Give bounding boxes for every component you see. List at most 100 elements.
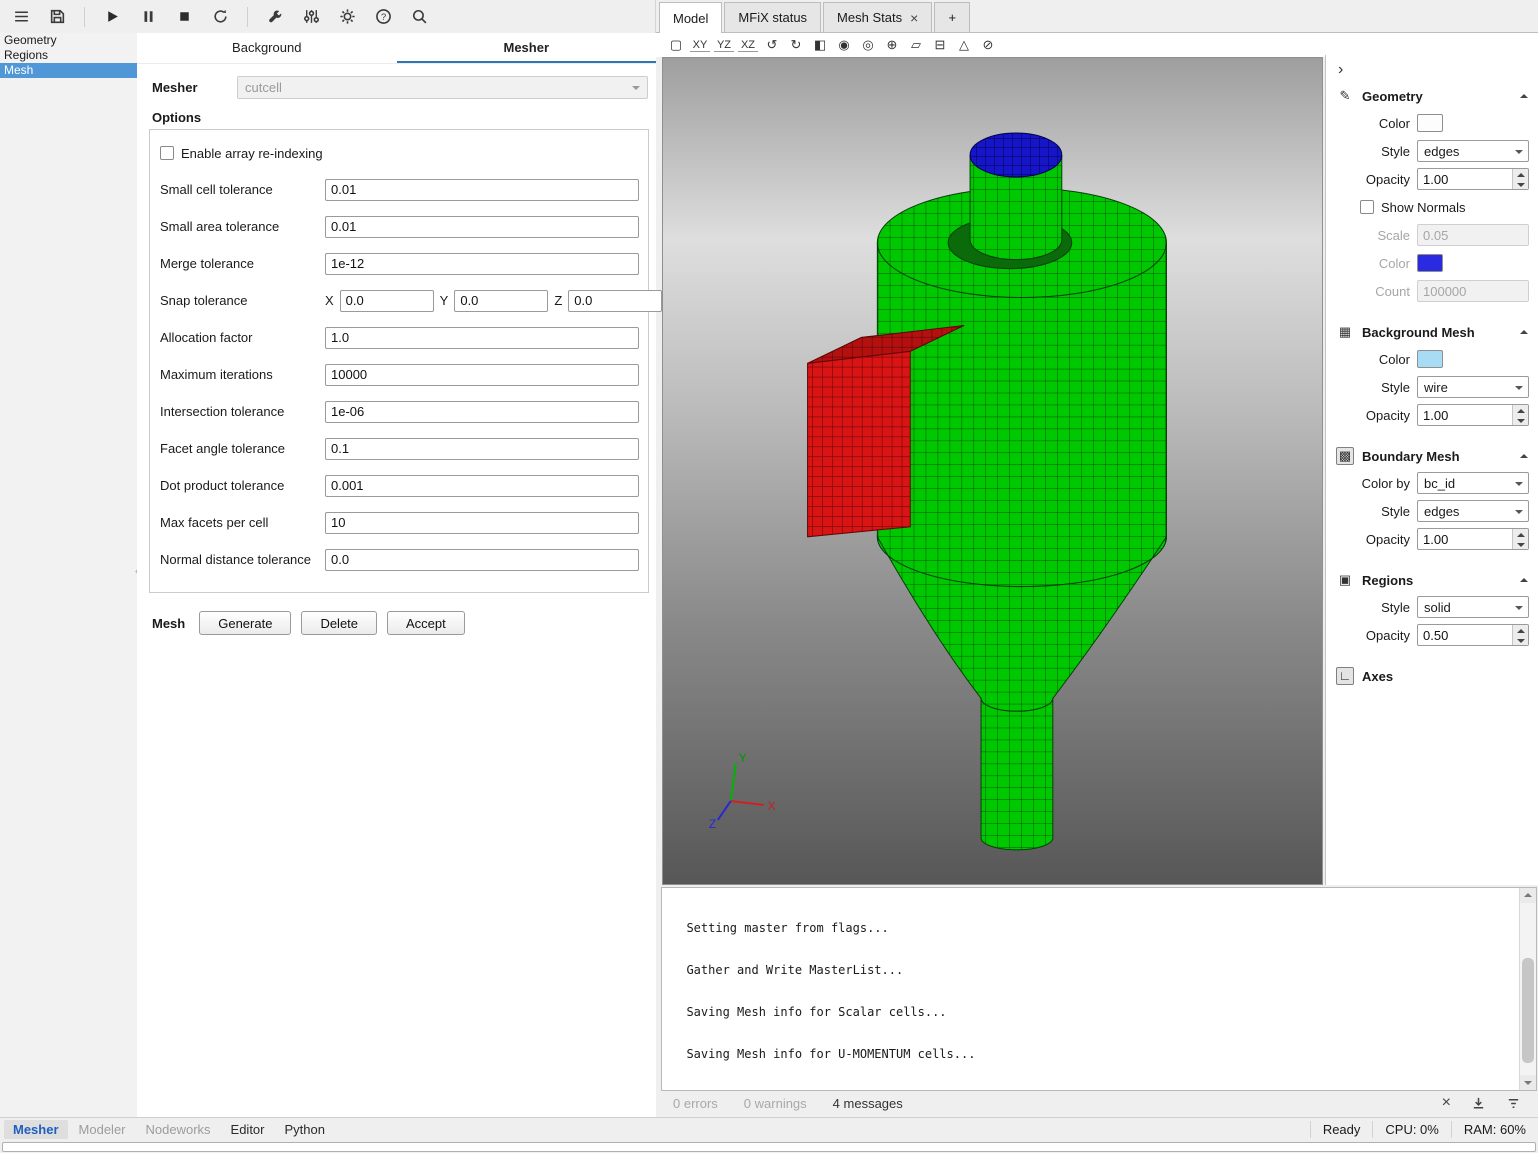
- tab-mesher[interactable]: Mesher: [397, 33, 657, 63]
- snap-y-input[interactable]: [454, 290, 548, 312]
- cylinder-icon[interactable]: ⊟: [930, 35, 950, 55]
- maximum-iterations-input[interactable]: [325, 364, 639, 386]
- spin-down-icon[interactable]: [1512, 539, 1528, 549]
- intersection-tolerance-input[interactable]: [325, 401, 639, 423]
- geometry-style-select[interactable]: edges: [1417, 140, 1529, 162]
- mode-mesher[interactable]: Mesher: [4, 1120, 68, 1139]
- save-button[interactable]: [42, 4, 72, 30]
- tab-background[interactable]: Background: [137, 33, 397, 63]
- tab-model[interactable]: Model: [659, 2, 722, 33]
- view-yz-icon[interactable]: YZ: [714, 38, 734, 52]
- pause-button[interactable]: [133, 4, 163, 30]
- accept-mesh-button[interactable]: Accept: [387, 611, 465, 635]
- close-tab-icon[interactable]: ×: [910, 11, 918, 25]
- normals-color-swatch[interactable]: [1417, 254, 1443, 272]
- vtk-3d-viewport[interactable]: Y X Z: [662, 57, 1323, 885]
- collapse-panel-icon[interactable]: ›: [1338, 61, 1343, 79]
- axes-section-header[interactable]: ∟ Axes: [1326, 663, 1538, 689]
- clip-icon[interactable]: ⊘: [978, 35, 998, 55]
- spin-down-icon[interactable]: [1512, 635, 1528, 645]
- normals-count-input[interactable]: 100000: [1417, 280, 1529, 302]
- rotate-right-icon[interactable]: ↻: [786, 35, 806, 55]
- small-cell-tolerance-input[interactable]: [325, 179, 639, 201]
- reset-view-icon[interactable]: ▢: [666, 35, 686, 55]
- scroll-down-icon[interactable]: [1520, 1075, 1536, 1090]
- filter-messages-button[interactable]: [1506, 1096, 1521, 1111]
- new-tab-button[interactable]: +: [934, 2, 970, 32]
- clear-console-button[interactable]: ×: [1442, 1095, 1451, 1111]
- parameters-button[interactable]: [296, 4, 326, 30]
- enable-array-reindexing-label: Enable array re-indexing: [181, 146, 323, 161]
- mode-modeler[interactable]: Modeler: [70, 1120, 135, 1139]
- allocation-factor-input[interactable]: [325, 327, 639, 349]
- generate-mesh-button[interactable]: Generate: [199, 611, 291, 635]
- regions-style-select[interactable]: solid: [1417, 596, 1529, 618]
- max-facets-per-cell-input[interactable]: [325, 512, 639, 534]
- screenshot-icon[interactable]: ◉: [834, 35, 854, 55]
- spin-up-icon[interactable]: [1512, 405, 1528, 415]
- nav-item-geometry[interactable]: Geometry: [0, 33, 137, 48]
- delete-mesh-button[interactable]: Delete: [301, 611, 377, 635]
- help-button[interactable]: ?: [368, 4, 398, 30]
- cube-icon[interactable]: ▱: [906, 35, 926, 55]
- enable-array-reindexing-checkbox[interactable]: [160, 146, 174, 160]
- reset-button[interactable]: [205, 4, 235, 30]
- search-button[interactable]: [404, 4, 434, 30]
- cpu-usage: CPU: 0%: [1372, 1121, 1450, 1137]
- regions-section-header[interactable]: ▣ Regions: [1326, 567, 1538, 593]
- sliders-icon: [303, 8, 320, 25]
- spin-up-icon[interactable]: [1512, 625, 1528, 635]
- perspective-icon[interactable]: ◧: [810, 35, 830, 55]
- console-line: Saving Mesh info for V-MOMENTUM cells...: [672, 1089, 1519, 1090]
- background-mesh-style-select[interactable]: wire: [1417, 376, 1529, 398]
- view-xz-icon[interactable]: XZ: [738, 38, 758, 52]
- small-area-tolerance-input[interactable]: [325, 216, 639, 238]
- nav-item-regions[interactable]: Regions: [0, 48, 137, 63]
- facet-angle-tolerance-input[interactable]: [325, 438, 639, 460]
- spin-up-icon[interactable]: [1512, 529, 1528, 539]
- cone-icon[interactable]: △: [954, 35, 974, 55]
- merge-tolerance-input[interactable]: [325, 253, 639, 275]
- mode-editor[interactable]: Editor: [222, 1120, 274, 1139]
- boundary-mesh-color-by-select[interactable]: bc_id: [1417, 472, 1529, 494]
- visibility-icon[interactable]: ◎: [858, 35, 878, 55]
- normal-distance-tolerance-input[interactable]: [325, 549, 639, 571]
- sphere-icon[interactable]: ⊕: [882, 35, 902, 55]
- snap-x-input[interactable]: [340, 290, 434, 312]
- rotate-left-icon[interactable]: ↺: [762, 35, 782, 55]
- geometry-section-header[interactable]: ✎ Geometry: [1326, 83, 1538, 109]
- normals-scale-label: Scale: [1338, 228, 1410, 243]
- geometry-color-swatch[interactable]: [1417, 114, 1443, 132]
- orientation-axes: Y X Z: [709, 751, 776, 831]
- tab-mesh-stats[interactable]: Mesh Stats ×: [823, 2, 932, 32]
- menu-button[interactable]: [6, 4, 36, 30]
- mesher-combo[interactable]: cutcell: [237, 76, 648, 99]
- boundary-mesh-style-select[interactable]: edges: [1417, 500, 1529, 522]
- settings-button[interactable]: [332, 4, 362, 30]
- dot-product-tolerance-input[interactable]: [325, 475, 639, 497]
- mode-python[interactable]: Python: [276, 1120, 334, 1139]
- show-normals-checkbox[interactable]: [1360, 200, 1374, 214]
- background-mesh-section-header[interactable]: ▦ Background Mesh: [1326, 319, 1538, 345]
- view-tab-bar: Model MFiX status Mesh Stats × +: [656, 0, 1538, 33]
- boundary-mesh-opacity-label: Opacity: [1338, 532, 1410, 547]
- snap-z-input[interactable]: [568, 290, 662, 312]
- run-button[interactable]: [97, 4, 127, 30]
- save-log-button[interactable]: [1471, 1096, 1486, 1111]
- build-button[interactable]: [260, 4, 290, 30]
- mode-nodeworks[interactable]: Nodeworks: [137, 1120, 220, 1139]
- spin-down-icon[interactable]: [1512, 415, 1528, 425]
- scrollbar-thumb[interactable]: [1522, 958, 1534, 1063]
- nav-item-mesh[interactable]: Mesh: [0, 63, 137, 78]
- console-line: Gather and Write MasterList...: [672, 963, 1519, 977]
- background-mesh-color-swatch[interactable]: [1417, 350, 1443, 368]
- stop-button[interactable]: [169, 4, 199, 30]
- tab-mfix-status[interactable]: MFiX status: [724, 2, 821, 32]
- spin-down-icon[interactable]: [1512, 179, 1528, 189]
- spin-up-icon[interactable]: [1512, 169, 1528, 179]
- scroll-up-icon[interactable]: [1520, 888, 1536, 903]
- boundary-mesh-section-header[interactable]: ▩ Boundary Mesh: [1326, 443, 1538, 469]
- normals-scale-input[interactable]: 0.05: [1417, 224, 1529, 246]
- view-xy-icon[interactable]: XY: [690, 38, 710, 52]
- console-scrollbar[interactable]: [1519, 888, 1536, 1090]
